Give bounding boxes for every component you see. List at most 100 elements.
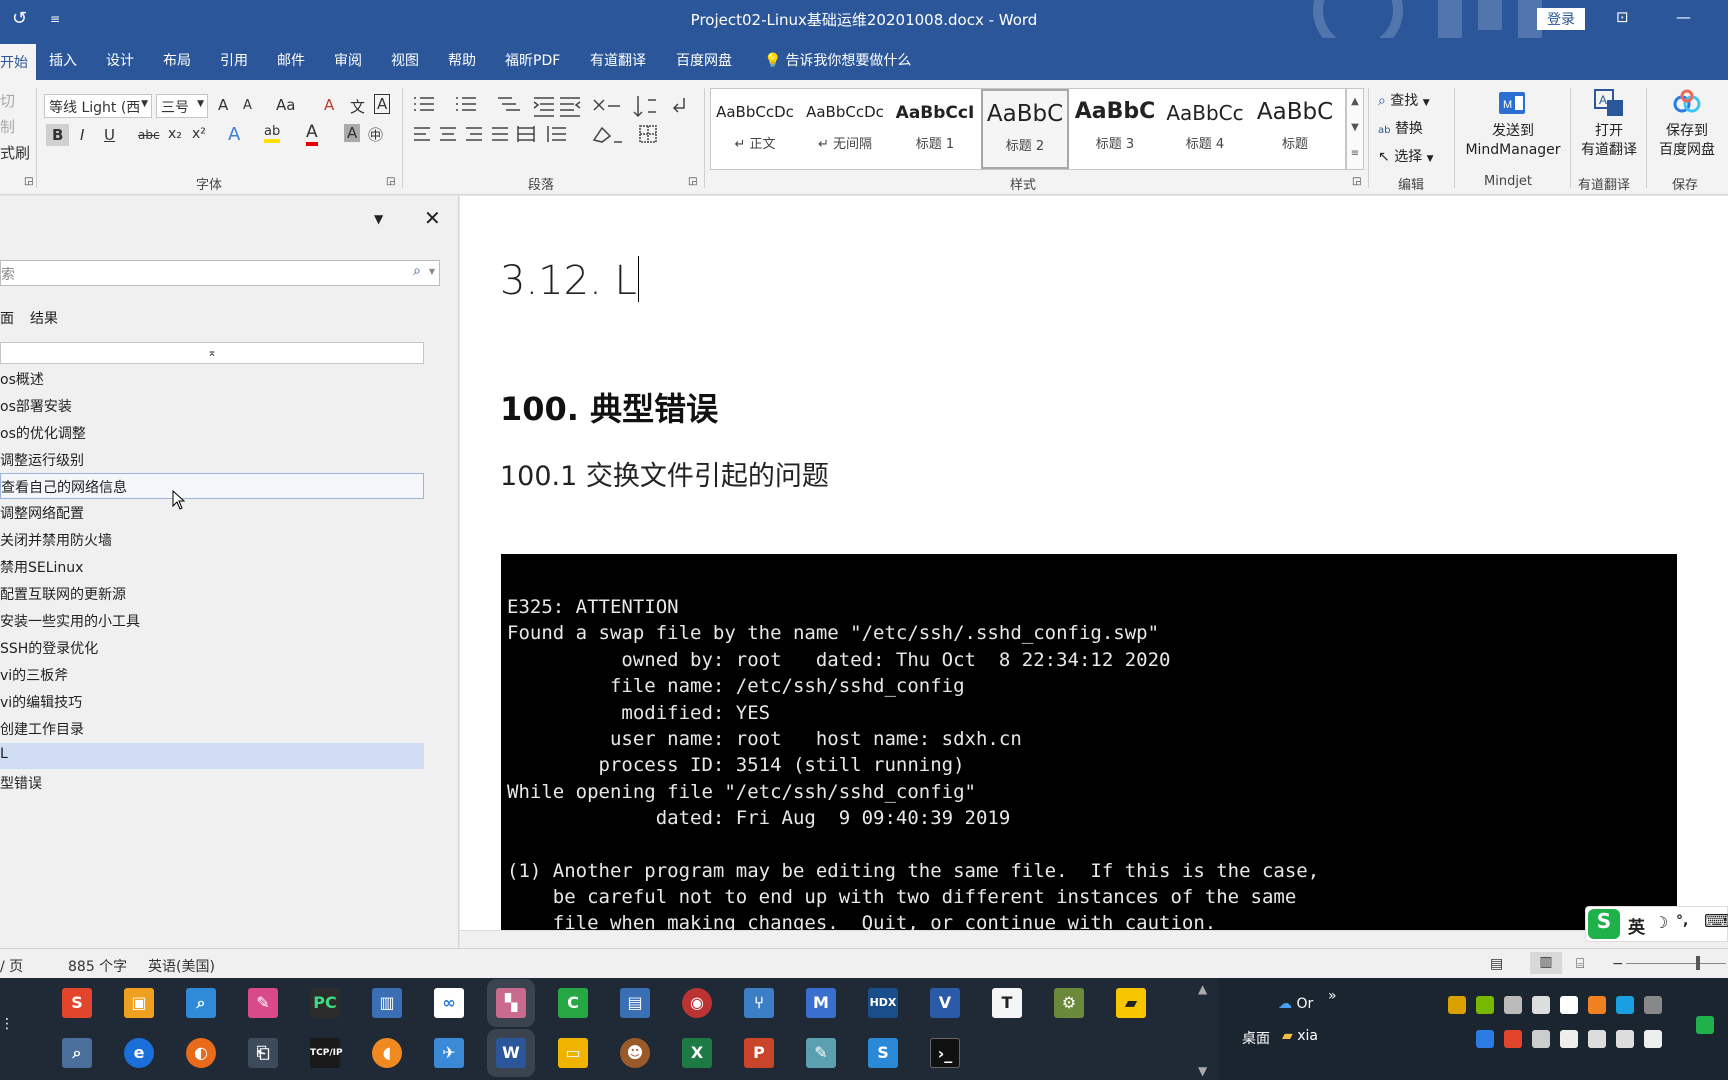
underline-button[interactable]: U [104, 126, 115, 144]
style-no-spacing[interactable]: AaBbCcDc ↵ 无间隔 [801, 89, 889, 169]
nvidia-tray-icon[interactable] [1476, 996, 1494, 1014]
strikethrough-button[interactable]: abc [138, 128, 160, 142]
tell-me-box[interactable]: 💡 告诉我你想要做什么 [764, 50, 911, 70]
keyboard-tray-icon[interactable] [1644, 996, 1662, 1014]
bold-button[interactable]: B [46, 124, 70, 146]
font-color-button[interactable]: A [306, 122, 318, 146]
styles-gallery-scroll[interactable]: ▲ ▼ ≡ [1346, 88, 1364, 170]
horizontal-scrollbar[interactable] [460, 930, 1728, 948]
nav-heading-item[interactable]: 调整网络配置 [0, 500, 424, 526]
nav-heading-item[interactable]: 创建工作目录 [0, 716, 424, 742]
subscript-button[interactable]: x₂ [168, 126, 182, 142]
tab-baidu-netdisk[interactable]: 百度网盘 [676, 50, 732, 70]
moon-icon[interactable]: ☽ [1654, 913, 1668, 932]
style-heading-2[interactable]: AaBbC 标题 2 [981, 89, 1069, 169]
tab-mailings[interactable]: 邮件 [277, 50, 305, 70]
paragraph-launcher-icon[interactable]: ◲ [688, 176, 697, 187]
nav-heading-item[interactable]: vi的三板斧 [0, 662, 424, 688]
nav-heading-item[interactable]: 禁用SELinux [0, 554, 424, 580]
italic-button[interactable]: I [80, 126, 84, 144]
sogou-app-icon[interactable]: S [62, 988, 92, 1018]
excel-icon[interactable]: X [682, 1038, 712, 1068]
word-app-icon[interactable]: W [496, 1038, 526, 1068]
format-painter-button[interactable]: 式刷 [0, 142, 30, 163]
punctuation-toggle[interactable]: °, [1676, 913, 1688, 929]
sticky-notes-icon[interactable]: ▰ [1116, 988, 1146, 1018]
nav-heading-item[interactable]: SSH的登录优化 [0, 635, 424, 661]
document-canvas[interactable]: 3.12. L 100. 典型错误 100.1 交换文件引起的问题 E325: … [460, 196, 1728, 930]
tab-home[interactable]: 开始 [0, 44, 36, 80]
qq-tray-icon[interactable] [1448, 996, 1466, 1014]
font-size-combo[interactable]: 三号 ▼ [156, 94, 208, 118]
nav-heading-item[interactable]: os的优化调整 [0, 420, 424, 446]
styles-launcher-icon[interactable]: ◲ [1352, 176, 1361, 187]
display-tray-icon[interactable] [1532, 1030, 1550, 1048]
highlight-color-button[interactable]: ab [264, 124, 281, 143]
nav-heading-item[interactable]: 型错误 [0, 770, 424, 796]
virtualbox-icon[interactable]: ▣ [124, 988, 154, 1018]
search-tray-icon[interactable] [1588, 996, 1606, 1014]
fish-app-icon[interactable]: ◖ [372, 1038, 402, 1068]
nav-heading-item[interactable]: os部署安装 [0, 393, 424, 419]
ribbon-display-options-icon[interactable]: ⊡ [1616, 8, 1629, 26]
nav-heading-item[interactable]: 关闭并禁用防火墙 [0, 527, 424, 553]
sogou-tray-icon[interactable] [1504, 1030, 1522, 1048]
close-icon[interactable]: ✕ [424, 206, 441, 230]
nav-heading-item[interactable]: os概述 [0, 366, 424, 392]
heading-typical-errors[interactable]: 100. 典型错误 [500, 384, 718, 430]
tab-references[interactable]: 引用 [220, 50, 248, 70]
change-case-button[interactable]: Aa [276, 96, 295, 114]
nav-search-input[interactable]: 索 ⌕ ▼ [0, 260, 440, 286]
open-youdao-button[interactable]: A 打开 有道翻译 [1574, 88, 1644, 160]
chevron-up-icon[interactable]: ▲ [1198, 982, 1207, 996]
tab-view[interactable]: 视图 [391, 50, 419, 70]
keyboard-icon[interactable]: ⌨ [1704, 911, 1728, 932]
typora-icon[interactable]: T [992, 988, 1022, 1018]
notepad-app-icon[interactable]: ✎ [806, 1038, 836, 1068]
firefox-icon[interactable]: ◐ [186, 1038, 216, 1068]
tab-youdao[interactable]: 有道翻译 [590, 50, 646, 70]
browser-app-icon[interactable]: ◉ [682, 988, 712, 1018]
cut-button[interactable]: 切 [0, 90, 15, 111]
print-layout-icon[interactable]: ▥ [1530, 952, 1562, 974]
enclose-characters-button[interactable]: ㊥ [368, 124, 383, 145]
clipboard-launcher-icon[interactable]: ◲ [24, 176, 33, 187]
read-mode-icon[interactable]: ▤ [1490, 956, 1503, 972]
nav-heading-item-current[interactable]: L [0, 743, 424, 769]
hdx-app-icon[interactable]: HDX [868, 988, 898, 1018]
edge-icon[interactable]: e [124, 1038, 154, 1068]
battery-tray-icon[interactable] [1644, 1030, 1662, 1048]
nav-heading-item[interactable]: 调整运行级别 [0, 447, 424, 473]
disk-tool-icon[interactable]: ▤ [620, 988, 650, 1018]
style-heading-3[interactable]: AaBbC 标题 3 [1071, 89, 1159, 169]
desktop-toolbar-label[interactable]: 桌面 [1242, 1028, 1270, 1048]
tab-insert[interactable]: 插入 [49, 50, 77, 70]
usb-tray-icon[interactable] [1532, 996, 1550, 1014]
nav-heading-item[interactable]: 配置互联网的更新源 [0, 581, 424, 607]
pane-options-icon[interactable]: ▼ [374, 212, 383, 226]
pycharm-icon[interactable]: PC [310, 988, 340, 1018]
page-count[interactable]: / 页 [0, 956, 23, 976]
microphone-tray-icon[interactable] [1560, 996, 1578, 1014]
terminal-app-icon[interactable]: ›_ [930, 1038, 960, 1068]
tab-layout[interactable]: 布局 [163, 50, 191, 70]
visio-icon[interactable]: V [930, 988, 960, 1018]
tab-review[interactable]: 审阅 [334, 50, 362, 70]
copy-button[interactable]: 制 [0, 116, 15, 137]
find-button[interactable]: ⌕ 查找 ▼ [1378, 88, 1434, 116]
tab-foxit-pdf[interactable]: 福昕PDF [505, 50, 560, 70]
volume-tray-icon[interactable] [1616, 1030, 1634, 1048]
baidu-netdisk-app-icon[interactable]: ∞ [434, 988, 464, 1018]
tab-help[interactable]: 帮助 [448, 50, 476, 70]
grow-font-button[interactable]: A [218, 96, 228, 114]
onedrive-item[interactable]: ☁ Or [1278, 996, 1313, 1012]
character-shading-button[interactable]: A [344, 124, 361, 142]
search-icon[interactable]: ⌕ [413, 263, 421, 279]
sync-tray-icon[interactable] [1616, 996, 1634, 1014]
remote-desktop-icon[interactable]: ⌕ [186, 988, 216, 1018]
language-indicator[interactable]: 英语(美国) [148, 956, 215, 976]
mindmanager-app-icon[interactable]: M [806, 988, 836, 1018]
file-explorer-icon[interactable]: ▭ [558, 1038, 588, 1068]
collapse-all-button[interactable]: ⌅ [0, 342, 424, 364]
taskbar-overflow-icon[interactable]: ⋮ [0, 1016, 14, 1032]
